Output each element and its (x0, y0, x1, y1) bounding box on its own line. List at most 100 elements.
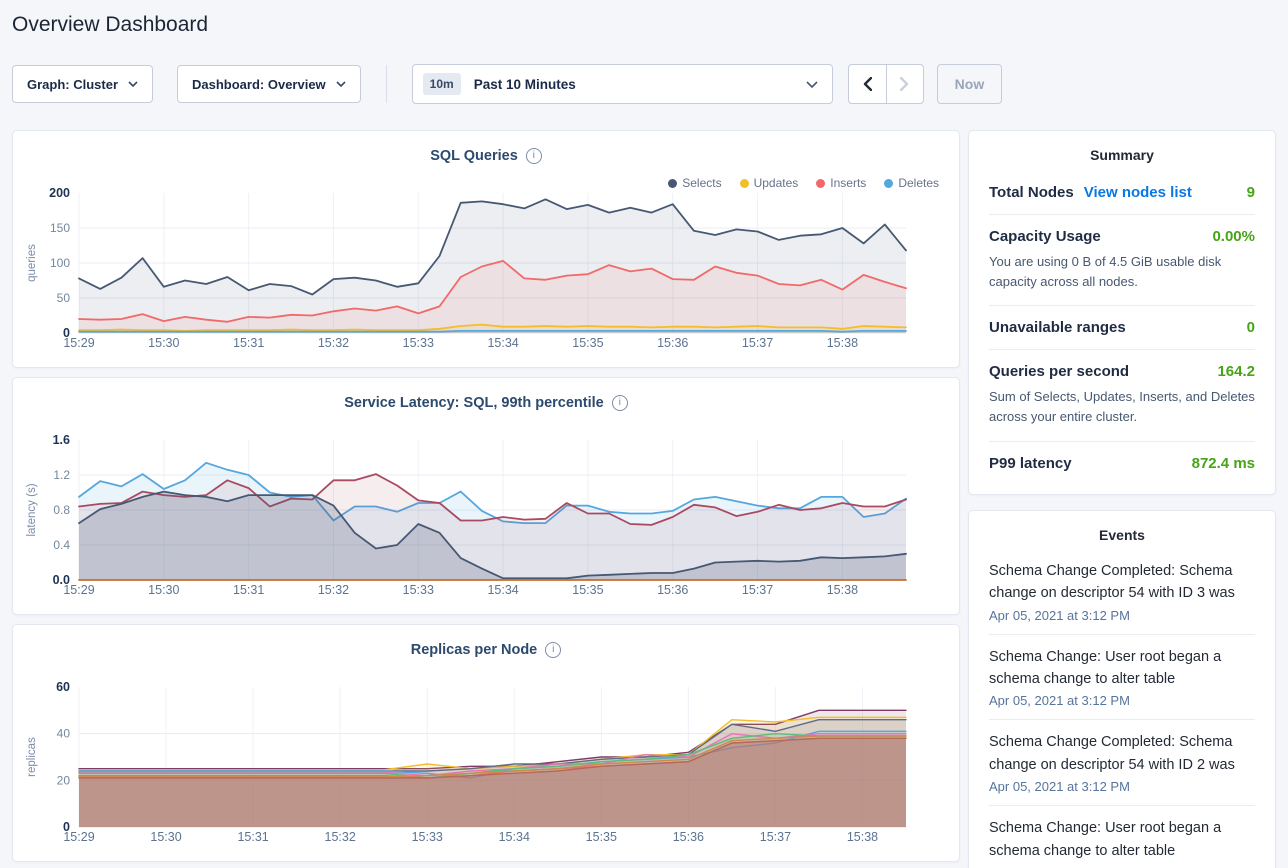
summary-title: Summary (989, 147, 1255, 163)
svg-text:15:36: 15:36 (657, 336, 688, 350)
svg-text:15:33: 15:33 (403, 336, 434, 350)
time-range-label: Past 10 Minutes (474, 77, 576, 92)
info-icon[interactable]: i (545, 642, 561, 658)
svg-text:15:38: 15:38 (847, 830, 878, 844)
svg-text:15:31: 15:31 (233, 583, 264, 597)
summary-row-label: Capacity Usage (989, 228, 1101, 245)
event-item: Schema Change: User root began a schema … (989, 635, 1255, 721)
svg-text:0: 0 (63, 326, 70, 340)
svg-text:0.4: 0.4 (53, 538, 70, 552)
svg-text:0.0: 0.0 (53, 573, 70, 587)
summary-row-value: 0.00% (1212, 228, 1255, 245)
chevron-down-icon (336, 81, 346, 87)
svg-text:15:30: 15:30 (148, 583, 179, 597)
summary-row-label: Unavailable ranges (989, 319, 1126, 336)
events-title: Events (989, 527, 1255, 543)
event-timestamp: Apr 05, 2021 at 3:12 PM (989, 779, 1255, 794)
replicas-per-node-panel: Replicas per Node i 15:2915:3015:3115:32… (12, 624, 960, 862)
info-icon[interactable]: i (526, 148, 542, 164)
summary-row-description: Sum of Selects, Updates, Inserts, and De… (989, 387, 1255, 427)
svg-text:15:33: 15:33 (403, 583, 434, 597)
summary-panel: Summary Total Nodes View nodes list 9 Capac… (968, 130, 1276, 495)
summary-row-description: You are using 0 B of 4.5 GiB usable disk… (989, 252, 1255, 292)
svg-text:15:35: 15:35 (586, 830, 617, 844)
svg-text:15:37: 15:37 (742, 336, 773, 350)
service-latency-chart[interactable]: 15:2915:3015:3115:3215:3315:3415:3515:36… (21, 434, 951, 606)
now-button[interactable]: Now (937, 64, 1003, 104)
svg-text:15:35: 15:35 (572, 336, 603, 350)
svg-text:0.8: 0.8 (53, 503, 70, 517)
svg-text:latency (s): latency (s) (26, 483, 38, 536)
svg-text:15:38: 15:38 (827, 336, 858, 350)
chevron-left-icon (863, 77, 872, 91)
dashboard-dropdown-label: Dashboard: Overview (192, 77, 326, 92)
svg-text:15:30: 15:30 (148, 336, 179, 350)
svg-text:200: 200 (49, 187, 70, 200)
next-time-button[interactable] (886, 65, 923, 103)
event-item: Schema Change: User root began a schema … (989, 806, 1255, 868)
svg-text:15:35: 15:35 (572, 583, 603, 597)
svg-text:1.6: 1.6 (53, 434, 70, 447)
graph-dropdown[interactable]: Graph: Cluster (12, 65, 153, 103)
event-text: Schema Change: User root began a schema … (989, 646, 1255, 691)
summary-row: Queries per second164.2Sum of Selects, U… (989, 350, 1255, 441)
svg-text:15:32: 15:32 (325, 830, 356, 844)
svg-text:15:32: 15:32 (318, 583, 349, 597)
service-latency-panel: Service Latency: SQL, 99th percentile i … (12, 377, 960, 615)
svg-text:1.2: 1.2 (53, 468, 70, 482)
event-text: Schema Change: User root began a schema … (989, 817, 1255, 862)
sql-queries-chart[interactable]: 15:2915:3015:3115:3215:3315:3415:3515:36… (21, 187, 951, 359)
time-range-picker[interactable]: 10m Past 10 Minutes (412, 64, 833, 104)
svg-text:queries: queries (26, 244, 38, 282)
svg-text:15:37: 15:37 (760, 830, 791, 844)
view-nodes-list-link[interactable]: View nodes list (1084, 184, 1192, 201)
svg-text:15:38: 15:38 (827, 583, 858, 597)
svg-text:replicas: replicas (26, 737, 38, 777)
svg-text:15:34: 15:34 (487, 336, 518, 350)
summary-row-value: 872.4 ms (1192, 455, 1255, 472)
page-title: Overview Dashboard (12, 13, 1288, 37)
time-range-badge: 10m (423, 73, 461, 95)
replicas-per-node-chart[interactable]: 15:2915:3015:3115:3215:3315:3415:3515:36… (21, 681, 951, 853)
chart-title: Replicas per Node (411, 642, 538, 658)
toolbar: Graph: Cluster Dashboard: Overview 10m P… (12, 64, 1276, 104)
summary-row: P99 latency872.4 ms (989, 442, 1255, 478)
svg-text:60: 60 (56, 681, 70, 694)
svg-text:50: 50 (57, 291, 71, 305)
toolbar-divider (386, 65, 387, 103)
summary-row: Capacity Usage 0.00% You are using 0 B of … (989, 215, 1255, 306)
svg-text:15:34: 15:34 (487, 583, 518, 597)
event-timestamp: Apr 05, 2021 at 3:12 PM (989, 693, 1255, 708)
chart-title: SQL Queries (430, 148, 518, 164)
chevron-right-icon (900, 77, 909, 91)
dashboard-dropdown[interactable]: Dashboard: Overview (177, 65, 361, 103)
event-text: Schema Change Completed: Schema change o… (989, 560, 1255, 605)
info-icon[interactable]: i (612, 395, 628, 411)
event-item: Schema Change Completed: Schema change o… (989, 720, 1255, 806)
summary-rows: Total Nodes View nodes list 9 Capacity Usag… (989, 171, 1255, 478)
svg-text:15:31: 15:31 (233, 336, 264, 350)
svg-text:15:36: 15:36 (673, 830, 704, 844)
graph-dropdown-label: Graph: Cluster (27, 77, 118, 92)
svg-text:15:37: 15:37 (742, 583, 773, 597)
prev-time-button[interactable] (849, 65, 886, 103)
svg-text:15:30: 15:30 (150, 830, 181, 844)
svg-text:15:36: 15:36 (657, 583, 688, 597)
main-content: SQL Queries i SelectsUpdatesInsertsDelet… (12, 130, 1276, 868)
events-list: Schema Change Completed: Schema change o… (989, 549, 1255, 868)
svg-text:100: 100 (50, 256, 70, 270)
chart-title: Service Latency: SQL, 99th percentile (344, 395, 604, 411)
event-item: Schema Change Completed: Schema change o… (989, 549, 1255, 635)
svg-text:15:33: 15:33 (412, 830, 443, 844)
summary-row-label: Queries per second (989, 363, 1129, 380)
summary-row-value: 9 (1247, 184, 1255, 201)
summary-row: Total Nodes View nodes list 9 (989, 171, 1255, 215)
summary-row: Unavailable ranges0 (989, 306, 1255, 350)
chevron-down-icon (806, 81, 818, 88)
svg-text:20: 20 (57, 773, 71, 787)
event-text: Schema Change Completed: Schema change o… (989, 731, 1255, 776)
svg-text:15:34: 15:34 (499, 830, 530, 844)
summary-row-label: Total Nodes (989, 184, 1074, 201)
charts-column: SQL Queries i SelectsUpdatesInsertsDelet… (12, 130, 960, 862)
svg-text:15:31: 15:31 (237, 830, 268, 844)
